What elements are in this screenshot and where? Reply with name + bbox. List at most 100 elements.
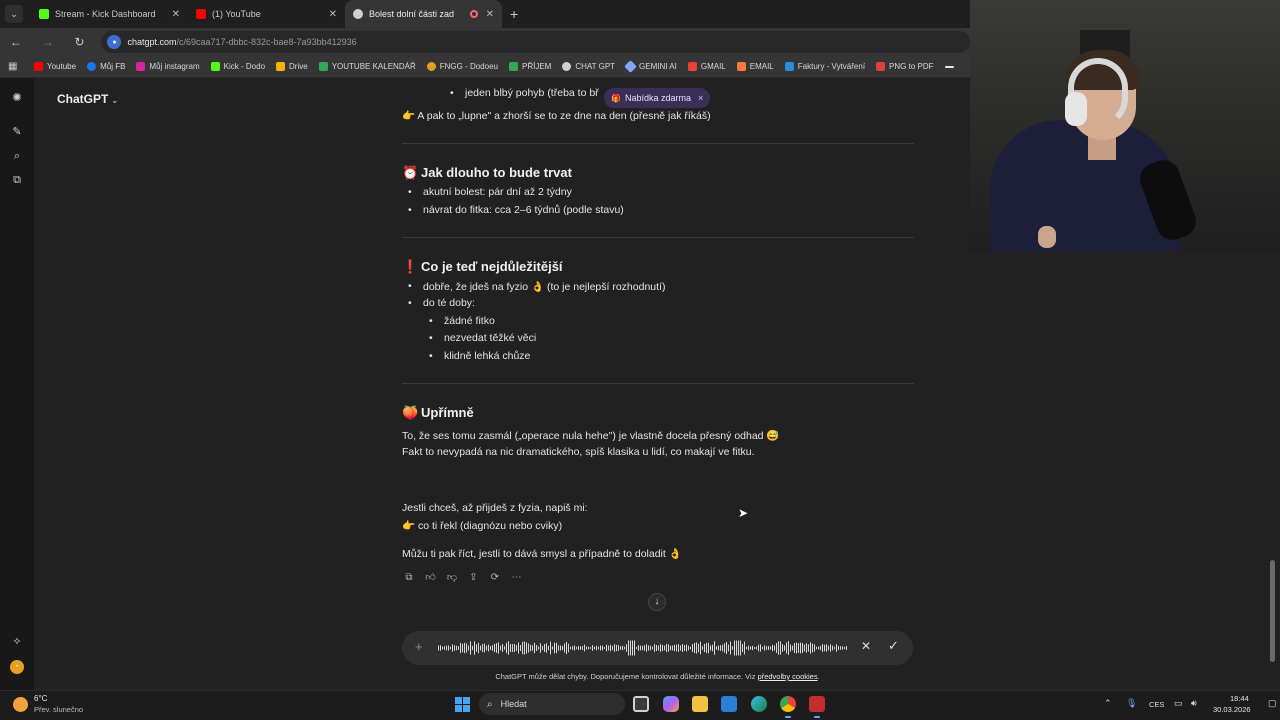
- forward-icon[interactable]: →: [41, 35, 55, 49]
- promo-pill[interactable]: 🎁 Nabídka zdarma ×: [604, 88, 710, 108]
- waveform-bar: [836, 644, 837, 652]
- microphone-icon: ●: [107, 35, 122, 49]
- bookmark-label: EMAIL: [749, 62, 774, 71]
- waveform-bar: [786, 642, 787, 654]
- promo-label: Nabídka zdarma: [624, 93, 692, 103]
- waveform-bar: [710, 645, 711, 651]
- bookmark-png-to-pdf[interactable]: PNG to PDF: [876, 62, 934, 71]
- waveform-bar: [630, 640, 631, 656]
- waveform-bar: [758, 644, 759, 652]
- bookmark-email[interactable]: EMAIL: [736, 62, 774, 71]
- bookmark-gmail[interactable]: GMAIL: [687, 62, 726, 71]
- tab-youtube[interactable]: (1) YouTube ✕: [188, 0, 345, 28]
- waveform-bar: [460, 642, 461, 654]
- scroll-down-icon[interactable]: ↓: [648, 593, 666, 611]
- close-icon[interactable]: ×: [698, 93, 703, 103]
- waveform-bar: [640, 645, 641, 651]
- plus-icon[interactable]: +: [415, 639, 423, 654]
- bookmark-fb[interactable]: Můj FB: [87, 62, 125, 71]
- close-icon[interactable]: ✕: [486, 9, 494, 20]
- bookmark-instagram[interactable]: Můj instagram: [136, 62, 200, 71]
- library-icon[interactable]: ⧉: [10, 173, 24, 187]
- close-icon[interactable]: ✕: [172, 9, 180, 20]
- waveform-bar: [492, 645, 493, 651]
- waveform-bar: [594, 646, 595, 650]
- search-icon[interactable]: ⌕: [10, 149, 24, 163]
- waveform-bar: [614, 644, 615, 652]
- cookie-preferences-link[interactable]: předvolby cookies: [758, 672, 818, 681]
- close-icon[interactable]: ✕: [329, 9, 337, 20]
- mouse-cursor-icon: ➤: [738, 506, 749, 520]
- windows-start-icon[interactable]: [455, 697, 470, 712]
- bookmark-youtube[interactable]: Youtube: [34, 62, 76, 71]
- weather-description[interactable]: Přev. slunečno: [34, 705, 83, 714]
- tab-chatgpt[interactable]: Bolest dolní části zad ✕: [345, 0, 502, 28]
- volume-icon[interactable]: 🔊︎: [1191, 698, 1197, 709]
- waveform-bar: [714, 641, 715, 655]
- chrome-icon[interactable]: [780, 696, 796, 718]
- apps-grid-icon[interactable]: ▦: [8, 61, 22, 72]
- waveform-bar: [510, 644, 511, 652]
- bookmark-label: Můj instagram: [149, 62, 200, 71]
- new-chat-icon[interactable]: ✎: [10, 125, 24, 139]
- thumbs-up-icon[interactable]: 👍︎: [424, 571, 438, 585]
- language-indicator[interactable]: CES: [1149, 700, 1164, 709]
- bookmark-kick[interactable]: Kick - Dodo: [210, 62, 265, 71]
- thumbs-down-icon[interactable]: 👎︎: [445, 571, 459, 585]
- reload-icon[interactable]: ↻: [73, 35, 87, 49]
- tab-search-chevron-icon[interactable]: ⌄: [5, 5, 23, 23]
- bookmark-more[interactable]: [944, 65, 958, 68]
- bookmark-label: Faktury - Vytváření: [797, 62, 866, 71]
- sun-icon[interactable]: [13, 697, 28, 712]
- bookmark-prijem[interactable]: PŘÍJEM: [508, 62, 551, 71]
- weather-temperature[interactable]: 6°C: [34, 694, 47, 703]
- sheets-icon: [508, 62, 518, 71]
- waveform-bar: [584, 644, 585, 652]
- waveform-bar: [600, 645, 601, 651]
- notifications-icon[interactable]: ▢: [1268, 698, 1277, 709]
- bookmark-faktury[interactable]: Faktury - Vytváření: [784, 62, 866, 71]
- waveform-bar: [482, 644, 483, 652]
- back-icon[interactable]: ←: [9, 35, 23, 49]
- bookmark-chatgpt[interactable]: CHAT GPT: [562, 62, 615, 71]
- file-explorer-icon[interactable]: [692, 696, 708, 712]
- copy-icon[interactable]: ⧉: [402, 571, 416, 585]
- confirm-icon[interactable]: ✓: [888, 638, 899, 654]
- cancel-icon[interactable]: ✕: [861, 639, 871, 653]
- outlook-icon[interactable]: [721, 696, 737, 712]
- clock-time[interactable]: 18:44: [1230, 694, 1249, 703]
- share-icon[interactable]: ⇪: [467, 571, 481, 585]
- bookmark-drive[interactable]: Drive: [276, 62, 308, 71]
- waveform-bar: [454, 645, 455, 651]
- exclamation-icon: ❗: [402, 259, 419, 274]
- terminal-app-icon[interactable]: [809, 696, 825, 718]
- waveform-bar: [612, 645, 613, 651]
- avatar[interactable]: •: [10, 660, 24, 674]
- url-field[interactable]: ● chatgpt.com/c/69caa717-dbbc-832c-bae8-…: [101, 31, 970, 53]
- network-icon[interactable]: ▭: [1174, 698, 1183, 709]
- bookmarks-bar: ▦ Youtube Můj FB Můj instagram Kick - Do…: [0, 56, 970, 78]
- new-tab-icon[interactable]: +: [510, 6, 518, 22]
- more-icon[interactable]: ⋯: [510, 571, 524, 585]
- waveform-bar: [746, 646, 747, 650]
- microphone-tray-icon[interactable]: 🎙︎: [1126, 698, 1137, 709]
- bookmark-yt-calendar[interactable]: YOUTUBE KALENDÁŘ: [318, 62, 416, 71]
- heading-text: Co je teď nejdůležitější: [421, 259, 563, 274]
- bookmark-fngg[interactable]: FNGG - Dodoeu: [426, 62, 498, 71]
- waveform-bar: [446, 645, 447, 651]
- scrollbar[interactable]: [1270, 560, 1275, 662]
- bookmark-label: Můj FB: [100, 62, 126, 71]
- edge-icon[interactable]: [751, 696, 767, 712]
- bookmark-gemini[interactable]: GEMINI AI: [624, 60, 677, 73]
- clock-date[interactable]: 30.03.2026: [1213, 705, 1251, 714]
- copilot-icon[interactable]: [663, 696, 679, 712]
- openai-logo-icon[interactable]: ✺: [10, 91, 24, 105]
- tab-kick[interactable]: Stream - Kick Dashboard ✕: [31, 0, 188, 28]
- regenerate-icon[interactable]: ⟳: [488, 571, 502, 585]
- closing-line: Můžu ti pak říct, jestli to dává smysl a…: [402, 548, 682, 560]
- taskbar-search[interactable]: ⌕ Hledat: [479, 693, 625, 715]
- chevron-up-icon[interactable]: ⌃: [1104, 698, 1112, 709]
- sparkle-icon[interactable]: ✧: [10, 635, 24, 649]
- model-selector[interactable]: ChatGPT ⌄: [57, 92, 118, 106]
- task-view-icon[interactable]: [633, 696, 649, 712]
